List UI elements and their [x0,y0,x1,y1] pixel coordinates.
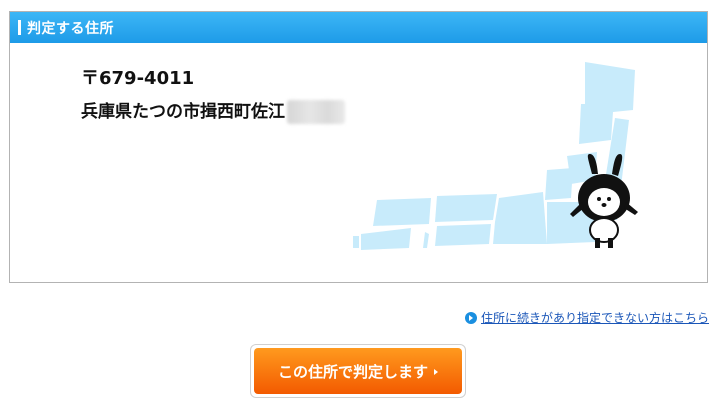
address-continuation-link[interactable]: 住所に続きがあり指定できない方はこちら [464,309,709,326]
help-link-label: 住所に続きがあり指定できない方はこちら [480,311,709,325]
redacted-block [287,100,345,124]
panel-header: 判定する住所 [10,12,707,43]
address-line: 兵庫県たつの市揖西町佐江 [81,102,285,122]
rabbit-mascot-icon [570,154,638,248]
submit-button[interactable]: この住所で判定します [250,344,466,398]
header-bar-icon [18,20,21,35]
triangle-right-icon [434,368,438,375]
play-circle-icon [464,311,477,324]
address-panel: 判定する住所 〒679-4011 兵庫県たつの市揖西町佐江 [9,11,708,283]
panel-title: 判定する住所 [27,20,114,37]
submit-button-face: この住所で判定します [254,348,462,394]
postal-code: 〒679-4011 [81,68,195,89]
address-text: 兵庫県たつの市揖西町佐江 [81,97,345,124]
submit-button-label: この住所で判定します [277,362,428,381]
